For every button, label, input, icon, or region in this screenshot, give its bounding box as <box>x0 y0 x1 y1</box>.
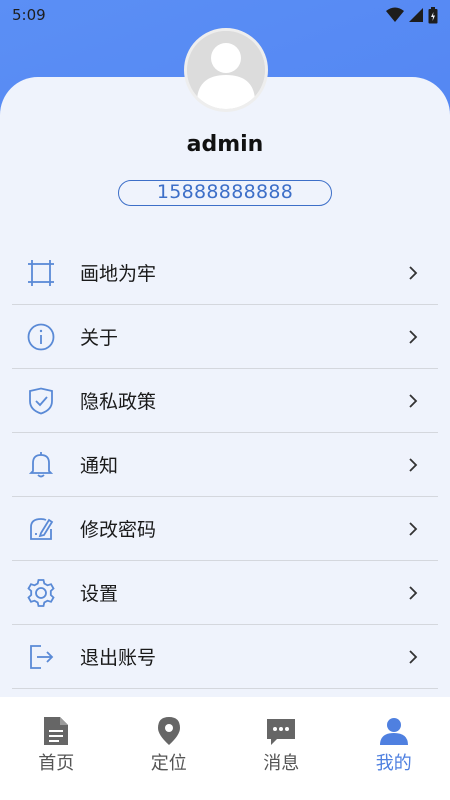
status-time: 5:09 <box>12 6 46 24</box>
status-icons <box>386 6 438 24</box>
menu-item-label: 隐私政策 <box>80 391 157 413</box>
info-icon <box>26 322 56 352</box>
edit-password-icon <box>26 514 56 544</box>
nav-tab-label: 定位 <box>150 753 187 774</box>
menu-item-label: 关于 <box>80 327 119 349</box>
menu-item-privacy-policy[interactable]: 隐私政策 <box>12 369 438 433</box>
chevron-right-icon <box>409 393 418 408</box>
avatar[interactable] <box>184 28 268 112</box>
shield-check-icon <box>26 386 56 416</box>
menu-item-label: 退出账号 <box>80 647 157 669</box>
username: admin <box>186 132 264 157</box>
bell-icon <box>26 450 56 480</box>
menu-item-notifications[interactable]: 通知 <box>12 433 438 497</box>
battery-icon <box>428 6 438 23</box>
chevron-right-icon <box>409 585 418 600</box>
signal-icon <box>409 8 423 22</box>
menu-item-label: 通知 <box>80 455 119 477</box>
document-icon <box>42 715 70 745</box>
nav-tab-label: 我的 <box>375 753 412 774</box>
menu-item-logout[interactable]: 退出账号 <box>12 625 438 689</box>
menu-item-label: 修改密码 <box>80 519 157 541</box>
settings-menu: 画地为牢 关于 隐私政策 通知 修改密码 设置 退出账号 <box>12 241 438 689</box>
menu-item-label: 设置 <box>80 583 119 605</box>
menu-item-boundary[interactable]: 画地为牢 <box>12 241 438 305</box>
gear-icon <box>26 578 56 608</box>
crop-frame-icon <box>26 258 56 288</box>
nav-tab-home[interactable]: 首页 <box>0 697 113 800</box>
menu-item-settings[interactable]: 设置 <box>12 561 438 625</box>
nav-tab-location[interactable]: 定位 <box>113 697 226 800</box>
chevron-right-icon <box>409 265 418 280</box>
default-avatar-icon <box>187 31 265 109</box>
profile-screen: 5:09 admin 15888888888 画地为牢 关于 隐私政策 通知 修… <box>0 0 450 800</box>
nav-tab-label: 首页 <box>38 753 75 774</box>
logout-icon <box>26 642 56 672</box>
wifi-icon <box>386 7 404 22</box>
nav-tab-label: 消息 <box>263 753 300 774</box>
chat-bubble-icon <box>267 715 296 745</box>
menu-item-label: 画地为牢 <box>80 263 157 285</box>
nav-tab-profile[interactable]: 我的 <box>338 697 450 800</box>
nav-tab-messages[interactable]: 消息 <box>225 697 338 800</box>
phone-number-badge: 15888888888 <box>118 180 332 206</box>
menu-item-change-password[interactable]: 修改密码 <box>12 497 438 561</box>
menu-item-about[interactable]: 关于 <box>12 305 438 369</box>
bottom-navigation: 首页 定位 消息 我的 <box>0 697 450 800</box>
chevron-right-icon <box>409 521 418 536</box>
person-icon <box>379 715 408 745</box>
chevron-right-icon <box>409 457 418 472</box>
status-bar: 5:09 <box>0 0 450 30</box>
chevron-right-icon <box>409 329 418 344</box>
chevron-right-icon <box>409 649 418 664</box>
location-pin-icon <box>155 715 183 745</box>
